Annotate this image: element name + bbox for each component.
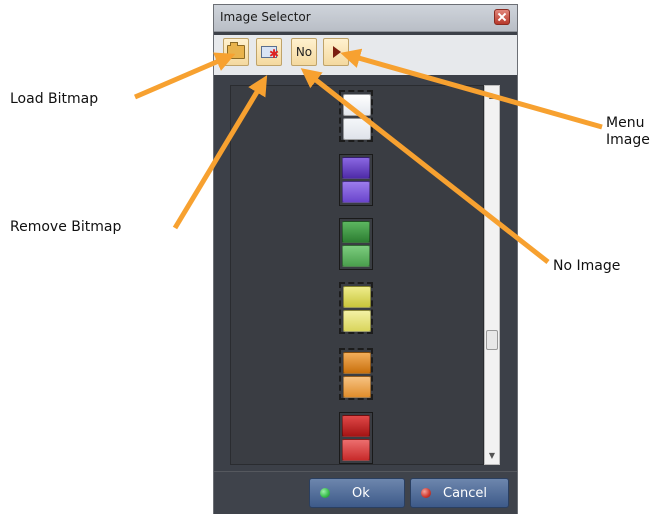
label-load-bitmap: Load Bitmap bbox=[10, 91, 99, 107]
arrow-menu-image bbox=[340, 48, 603, 130]
label-image: Image bbox=[606, 132, 650, 148]
label-remove-bitmap: Remove Bitmap bbox=[10, 219, 122, 235]
label-no-image: No Image bbox=[553, 258, 621, 274]
arrow-load-bitmap bbox=[134, 52, 236, 100]
annotation-arrows bbox=[134, 48, 603, 264]
label-menu: Menu bbox=[606, 115, 645, 131]
arrow-remove-bitmap bbox=[172, 75, 268, 230]
